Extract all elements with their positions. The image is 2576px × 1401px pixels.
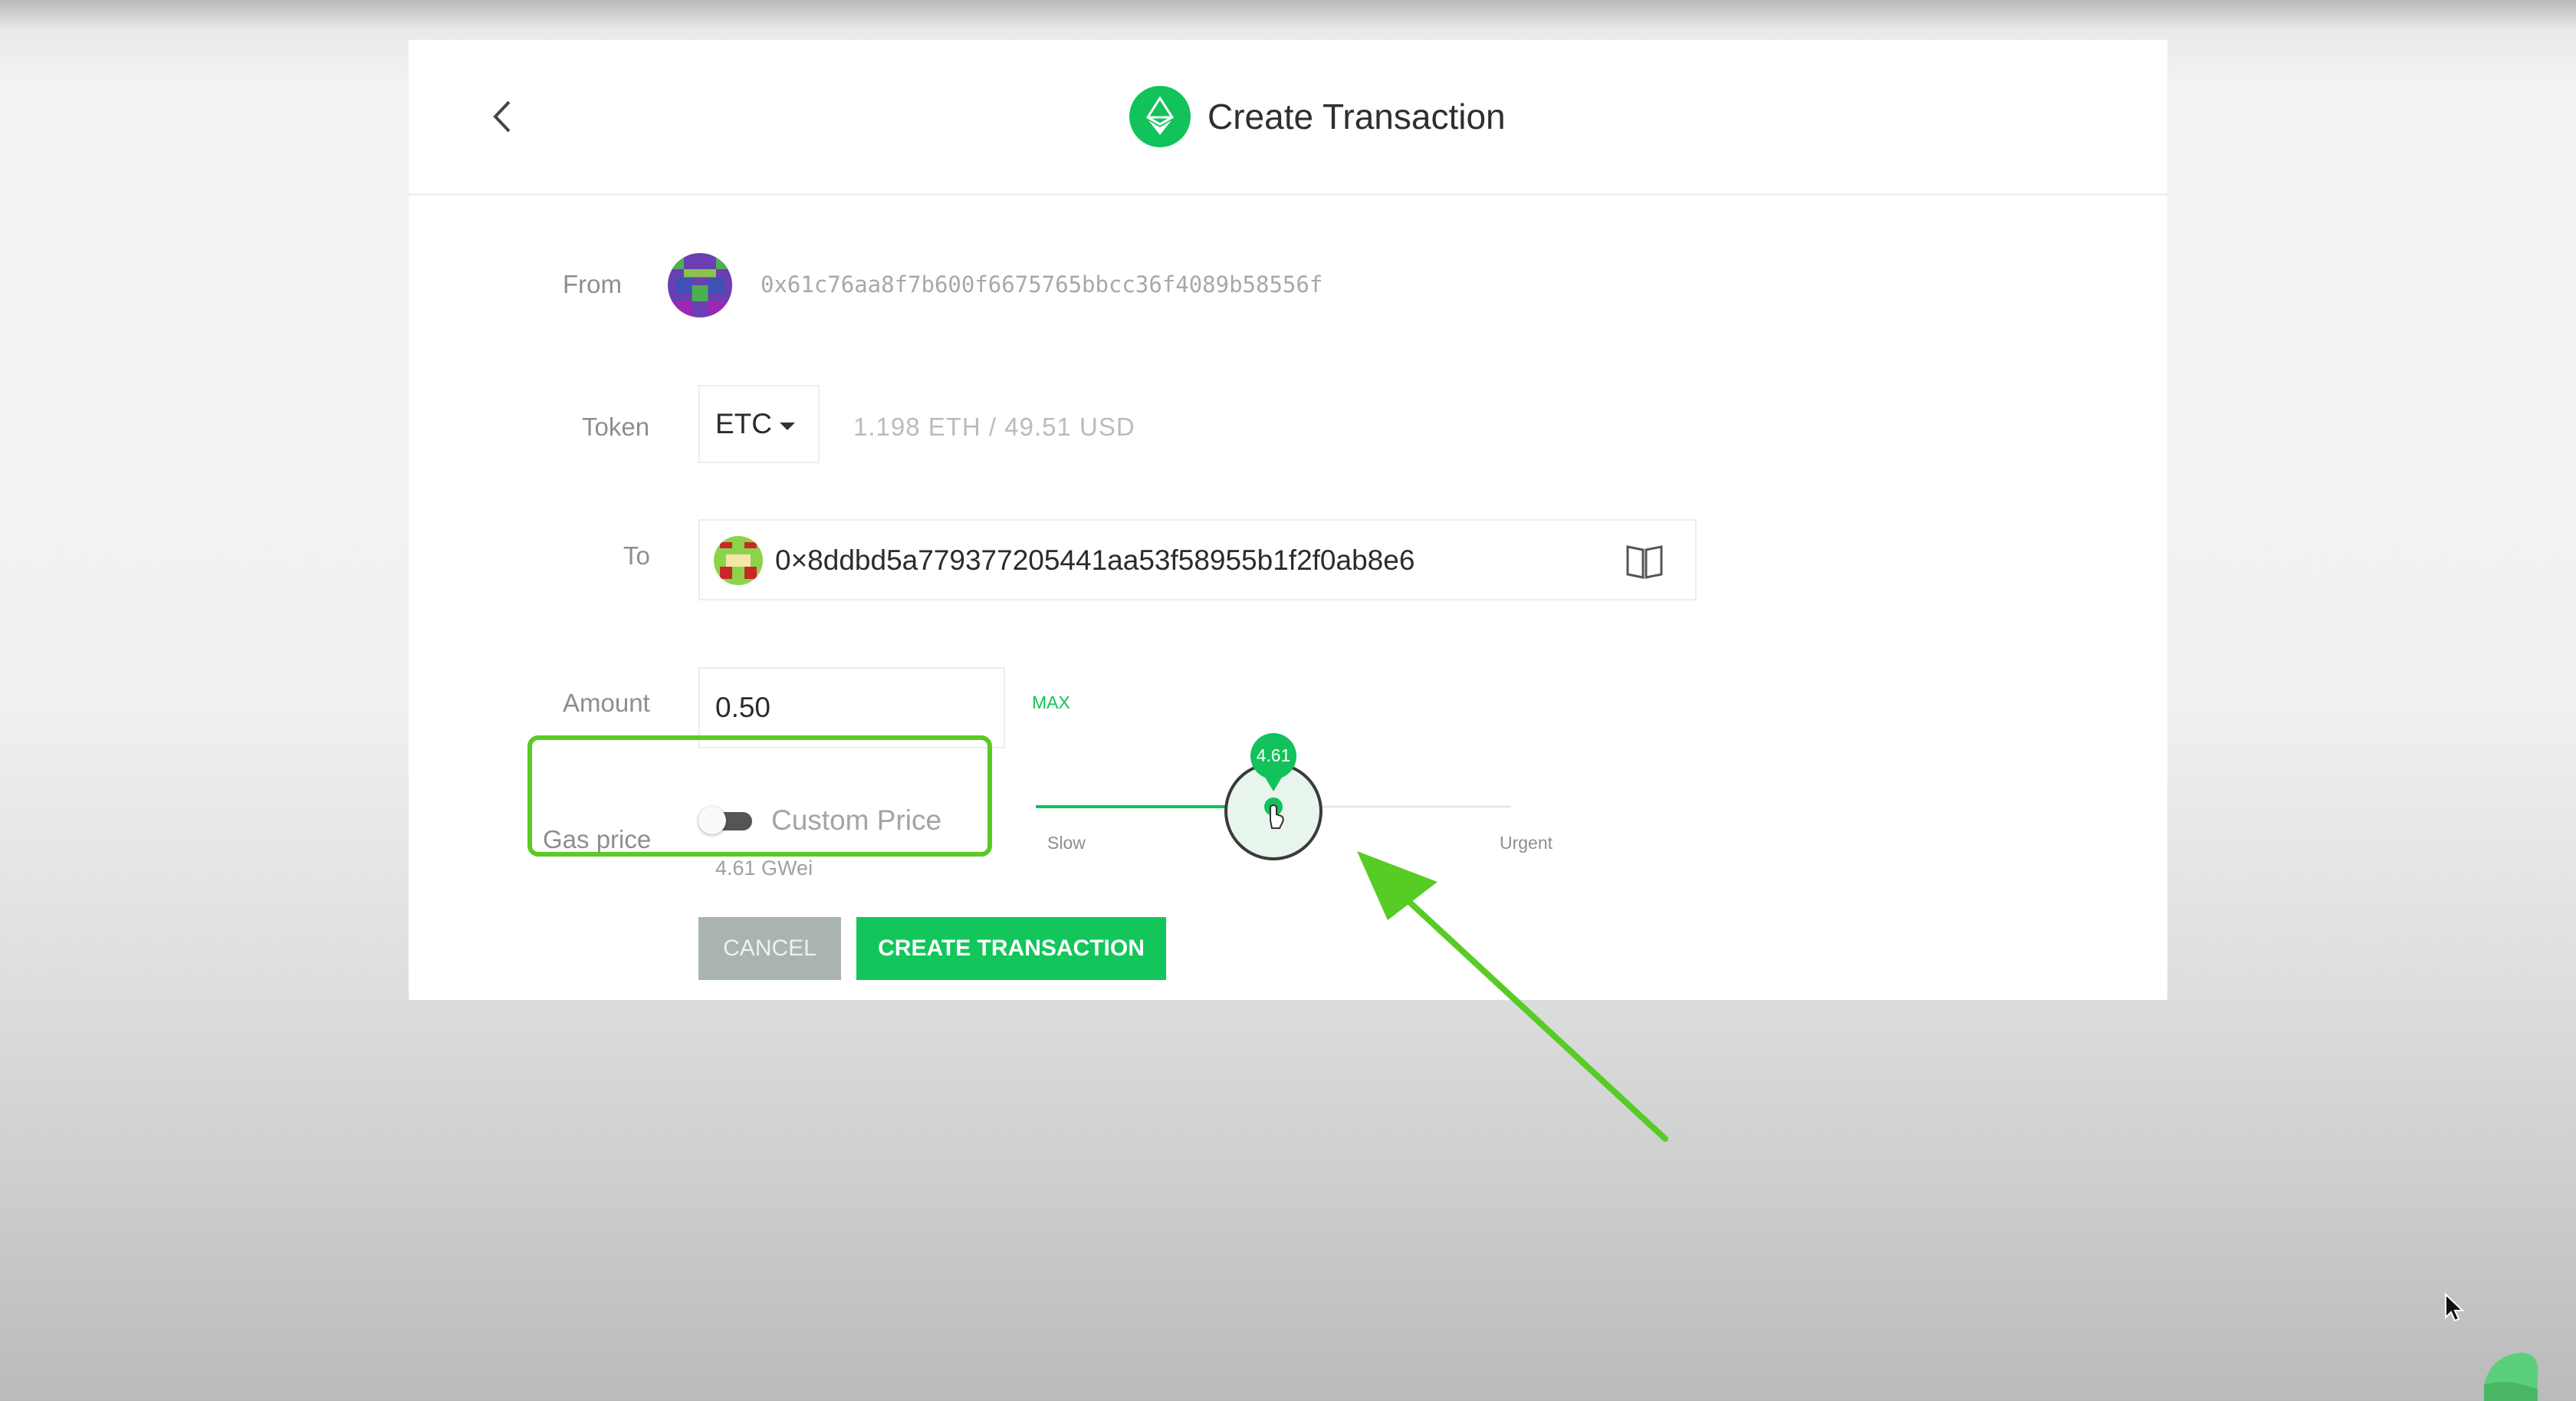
to-address-value: 0×8ddbd5a779377205441aa53f58955b1f2f0ab8…: [775, 544, 1415, 576]
max-button[interactable]: MAX: [1032, 692, 1070, 713]
token-select[interactable]: ETC: [698, 385, 820, 463]
book-icon[interactable]: [1625, 542, 1664, 580]
toggle-knob: [698, 807, 726, 834]
page-title: Create Transaction: [1208, 97, 1506, 136]
custom-price-toggle[interactable]: [698, 807, 754, 834]
corner-logo-icon: [2484, 1353, 2538, 1401]
from-address: 0x61c76aa8f7b600f6675765bbcc36f4089b5855…: [761, 271, 1323, 298]
to-label: To: [623, 541, 650, 570]
from-label: From: [563, 270, 622, 298]
slider-value-label: 4.61: [1256, 745, 1291, 765]
token-label: Token: [582, 413, 650, 441]
card-header: Create Transaction: [409, 40, 2167, 196]
token-balance: 1.198 ETH / 49.51 USD: [853, 413, 1135, 441]
mouse-cursor-icon: [2445, 1293, 2465, 1322]
to-address-field[interactable]: 0×8ddbd5a779377205441aa53f58955b1f2f0ab8…: [698, 519, 1697, 600]
token-value: ETC: [715, 408, 772, 439]
create-transaction-button[interactable]: CREATE TRANSACTION: [856, 917, 1166, 980]
gas-value: 4.61 GWei: [715, 857, 813, 880]
transaction-card: Create Transaction From 0x61c76aa8f7b600…: [409, 40, 2167, 1000]
ethereum-icon: [1129, 86, 1191, 147]
header-title-group: Create Transaction: [1129, 83, 1506, 150]
gas-price-label: Gas price: [543, 825, 652, 853]
to-avatar: [714, 536, 763, 585]
custom-price-label: Custom Price: [771, 804, 942, 836]
amount-label: Amount: [563, 689, 650, 717]
cancel-button[interactable]: CANCEL: [698, 917, 841, 980]
from-avatar: [668, 253, 732, 317]
gas-slider-thumb[interactable]: 4.61: [1197, 730, 1350, 883]
slow-label: Slow: [1047, 833, 1086, 853]
caret-down-icon: [780, 423, 795, 430]
chevron-left-icon: [493, 100, 511, 133]
back-button[interactable]: [479, 94, 525, 140]
annotation-arrow-icon: [1357, 851, 1668, 1142]
